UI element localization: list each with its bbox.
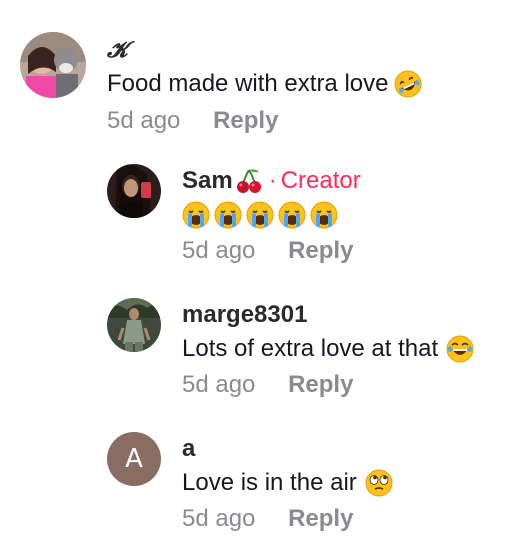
username-text[interactable]: marge8301	[182, 300, 307, 330]
comment-text: Love is in the air	[182, 467, 519, 499]
comment-meta: 5d ago Reply	[182, 370, 519, 400]
cherries-emoji-icon	[235, 167, 263, 195]
comment-body: a Love is in the air 5d ago Reply	[182, 434, 519, 534]
comment-text: Lots of extra love at that	[182, 333, 519, 365]
crying-emoji-icon	[278, 201, 306, 234]
eye-roll-emoji-icon	[365, 469, 393, 497]
comment-text-content: Lots of extra love at that	[182, 335, 439, 362]
comment-meta: 5d ago Reply	[182, 504, 519, 534]
reply-button[interactable]: Reply	[213, 107, 278, 134]
comment-text	[182, 201, 519, 234]
rofl-emoji-icon	[394, 70, 422, 98]
avatar[interactable]	[107, 298, 161, 352]
comment-item: marge8301 Lots of extra love at that 5d …	[0, 298, 519, 408]
username-text[interactable]: Sam	[182, 166, 233, 196]
comment-item: A a Love is in the air 5d ago Reply	[0, 432, 519, 542]
comment-body: 𝓚 Food made with extra love 5d ago Reply	[107, 35, 519, 136]
avatar[interactable]	[107, 164, 161, 218]
comment-body: marge8301 Lots of extra love at that 5d …	[182, 300, 519, 400]
crying-emoji-icon	[182, 201, 210, 234]
comment-text: Food made with extra love	[107, 68, 519, 100]
comment-text-content: Love is in the air	[182, 469, 357, 496]
comment-text-content: Food made with extra love	[107, 70, 389, 97]
comment-username[interactable]: a	[182, 434, 519, 464]
comment-meta: 5d ago Reply	[107, 106, 519, 136]
comment-timestamp: 5d ago	[182, 505, 256, 532]
comment-username[interactable]: 𝓚	[107, 35, 519, 65]
reply-button[interactable]: Reply	[288, 237, 353, 264]
comment-username[interactable]: Sam · Creator	[182, 166, 519, 196]
comment-body: Sam · Creator 5d ago Reply	[182, 166, 519, 266]
username-text[interactable]: a	[182, 434, 195, 464]
comment-item: Sam · Creator 5d ago Reply	[0, 164, 519, 274]
avatar[interactable]: A	[107, 432, 161, 486]
username-text[interactable]: 𝓚	[107, 35, 127, 65]
creator-separator: ·	[268, 167, 277, 194]
reply-button[interactable]: Reply	[288, 505, 353, 532]
comment-item: 𝓚 Food made with extra love 5d ago Reply	[0, 30, 519, 140]
avatar[interactable]	[20, 32, 86, 98]
comment-timestamp: 5d ago	[107, 107, 181, 134]
crying-emoji-icon	[310, 201, 338, 234]
creator-badge: Creator	[280, 167, 361, 194]
avatar-letter: A	[125, 444, 143, 474]
reply-button[interactable]: Reply	[288, 371, 353, 398]
crying-emoji-icon	[214, 201, 242, 234]
comment-meta: 5d ago Reply	[182, 236, 519, 266]
comment-timestamp: 5d ago	[182, 237, 256, 264]
laughing-tears-emoji-icon	[446, 335, 474, 363]
comment-timestamp: 5d ago	[182, 371, 256, 398]
crying-emoji-icon	[246, 201, 274, 234]
comment-username[interactable]: marge8301	[182, 300, 519, 330]
